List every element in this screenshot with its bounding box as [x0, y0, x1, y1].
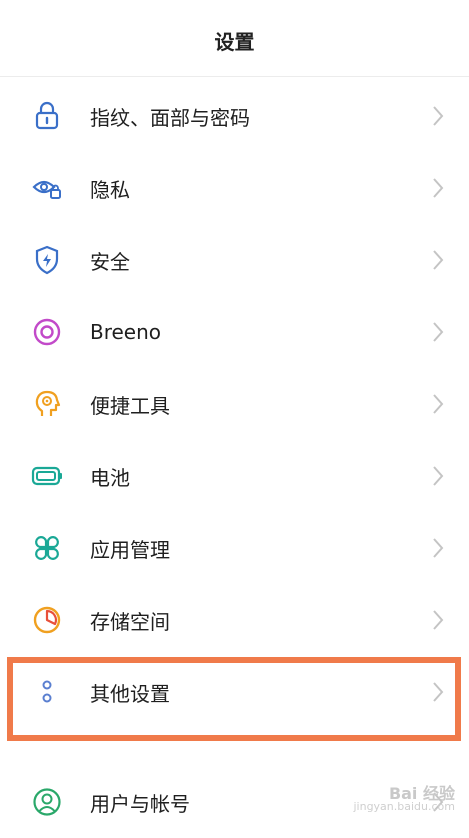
- settings-item-storage[interactable]: 存储空间: [0, 584, 469, 656]
- settings-item-other-settings[interactable]: 其他设置: [0, 656, 469, 728]
- settings-item-battery[interactable]: 电池: [0, 440, 469, 512]
- settings-item-label: 存储空间: [90, 609, 170, 634]
- chevron-right-icon: [433, 178, 444, 198]
- lock-icon: [30, 99, 64, 133]
- header: 设置: [0, 0, 469, 77]
- settings-item-label: 其他设置: [90, 681, 170, 706]
- chevron-right-icon: [433, 322, 444, 342]
- chevron-right-icon: [433, 682, 444, 702]
- battery-icon: [30, 459, 64, 493]
- settings-item-label: 安全: [90, 249, 130, 274]
- settings-item-label: 便捷工具: [90, 393, 170, 418]
- other-settings-icon: [30, 675, 64, 709]
- watermark-url: jingyan.baidu.com: [353, 800, 455, 813]
- chevron-right-icon: [433, 538, 444, 558]
- security-shield-icon: [30, 243, 64, 277]
- page-title: 设置: [214, 29, 255, 54]
- settings-item-convenience-tools[interactable]: 便捷工具: [0, 368, 469, 440]
- settings-item-label: 用户与帐号: [90, 791, 190, 816]
- breeno-ring-icon: [30, 315, 64, 349]
- settings-item-security[interactable]: 安全: [0, 224, 469, 296]
- settings-item-breeno[interactable]: Breeno: [0, 296, 469, 368]
- user-account-icon: [30, 785, 64, 819]
- convenience-tools-icon: [30, 387, 64, 421]
- settings-item-privacy[interactable]: 隐私: [0, 152, 469, 224]
- settings-item-label: 隐私: [90, 177, 130, 202]
- settings-item-label: 应用管理: [90, 537, 170, 562]
- settings-item-label: Breeno: [90, 320, 162, 344]
- chevron-right-icon: [433, 466, 444, 486]
- settings-item-fingerprint[interactable]: 指纹、面部与密码: [0, 80, 469, 152]
- chevron-right-icon: [433, 394, 444, 414]
- watermark-brand: Bai 经验: [388, 784, 455, 803]
- settings-item-label: 指纹、面部与密码: [90, 105, 250, 130]
- app-management-icon: [30, 531, 64, 565]
- watermark: Bai 经验 jingyan.baidu.com: [353, 784, 455, 814]
- chevron-right-icon: [433, 250, 444, 270]
- settings-item-app-management[interactable]: 应用管理: [0, 512, 469, 584]
- storage-pie-icon: [30, 603, 64, 637]
- settings-item-label: 电池: [90, 465, 130, 490]
- chevron-right-icon: [433, 610, 444, 630]
- privacy-eye-icon: [30, 171, 64, 205]
- chevron-right-icon: [433, 106, 444, 126]
